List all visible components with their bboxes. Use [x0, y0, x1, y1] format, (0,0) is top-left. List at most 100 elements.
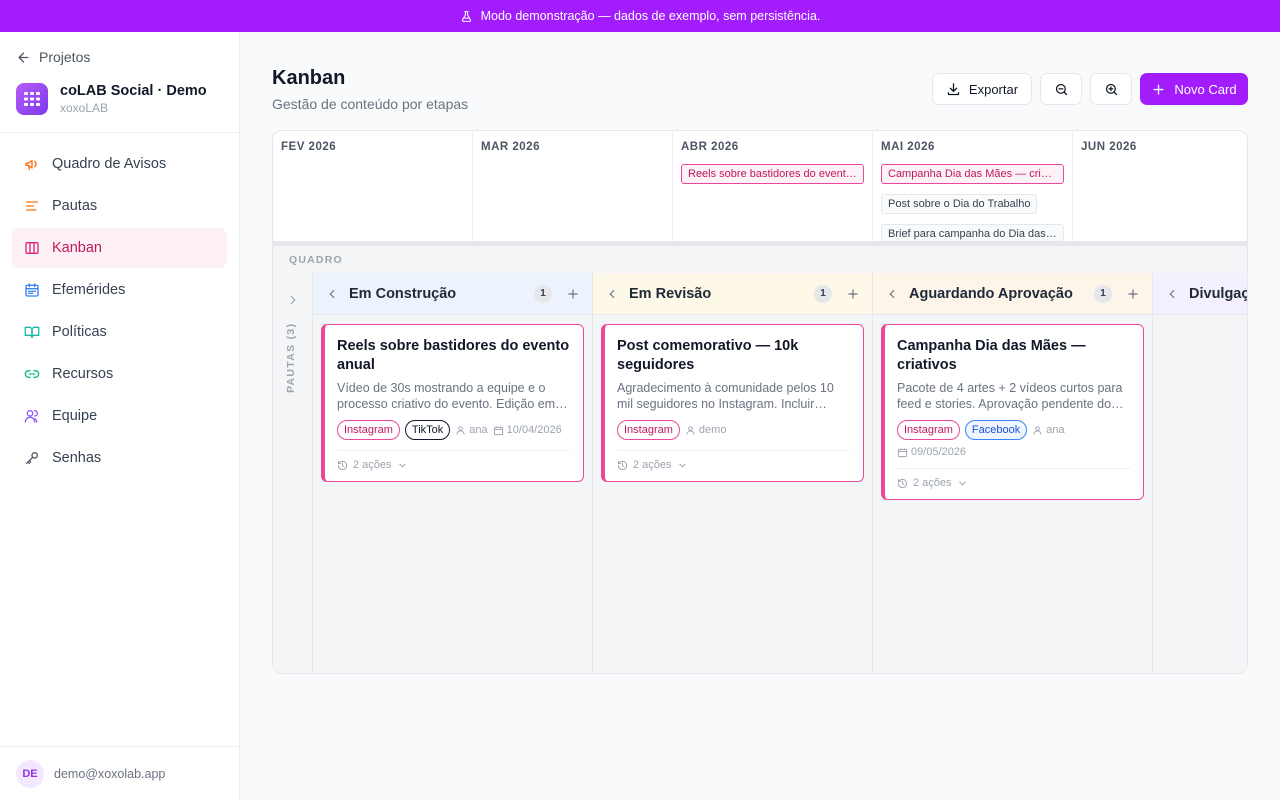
chevron-right-icon[interactable]	[286, 293, 300, 307]
back-link-label: Projetos	[39, 49, 91, 65]
column-count: 1	[1094, 284, 1112, 303]
sidebar-item-label: Equipe	[52, 408, 98, 424]
column-divulgacao: Divulgação	[1153, 273, 1247, 673]
month-label: ABR 2026	[681, 141, 739, 153]
chevron-left-icon[interactable]	[325, 287, 339, 301]
timeline-month-mar: MAR 2026	[473, 131, 673, 241]
plus-icon[interactable]	[566, 287, 580, 301]
avatar: DE	[16, 759, 44, 788]
chevron-left-icon[interactable]	[605, 287, 619, 301]
column-count: 1	[534, 284, 552, 303]
column-title: Aguardando Aprovação	[909, 285, 1073, 302]
page-subtitle: Gestão de conteúdo por etapas	[272, 96, 469, 112]
card-meta: Instagram Facebook ana 09/05/2026	[897, 420, 1131, 458]
column-header: Divulgação	[1153, 273, 1247, 315]
calendar-icon	[897, 447, 908, 457]
user-footer[interactable]: DE demo@xoxolab.app	[0, 746, 240, 800]
kanban-area: QUADRO PAUTAS (3) Em Construção 1 Reels …	[273, 246, 1247, 673]
project-logo	[16, 83, 48, 115]
sidebar-item-quadro-de-avisos[interactable]: Quadro de Avisos	[12, 144, 227, 184]
card-actions-toggle[interactable]: 2 ações	[337, 450, 571, 471]
sidebar-item-label: Efemérides	[52, 282, 126, 298]
tag-facebook: Facebook	[964, 420, 1028, 440]
sidebar-divider	[0, 132, 240, 133]
sidebar-item-equipe[interactable]: Equipe	[12, 396, 227, 436]
zoom-out-button[interactable]	[1040, 73, 1082, 105]
user-email: demo@xoxolab.app	[54, 766, 166, 781]
demo-banner: Modo demonstração — dados de exemplo, se…	[0, 0, 1280, 32]
date-text: 10/04/2026	[506, 424, 562, 436]
date-text: 09/05/2026	[911, 446, 967, 458]
timeline-month-fev: FEV 2026	[273, 131, 473, 241]
tag-tiktok: TikTok	[404, 420, 451, 440]
timeline-month-mai: MAI 2026 Campanha Dia das Mães — criativ…	[873, 131, 1073, 244]
sidebar-item-politicas[interactable]: Políticas	[12, 312, 227, 352]
arrow-left-icon	[18, 52, 29, 62]
column-header: Em Construção 1	[313, 273, 592, 315]
card-title: Campanha Dia das Mães — criativos	[897, 338, 1086, 373]
sidebar-item-efemerides[interactable]: Efemérides	[12, 270, 227, 310]
timeline-chip[interactable]: Post sobre o Dia do Trabalho	[881, 194, 1038, 214]
card-assignee: demo	[685, 424, 726, 436]
sidebar-item-kanban[interactable]: Kanban	[12, 228, 227, 268]
zoom-in-button[interactable]	[1090, 73, 1132, 105]
column-title: Em Revisão	[629, 285, 712, 302]
timeline-month-abr: ABR 2026 Reels sobre bastidores do event…	[673, 131, 873, 241]
new-card-button-label: Novo Card	[1174, 81, 1237, 97]
list-icon	[26, 201, 38, 211]
column-title: Em Construção	[349, 285, 457, 302]
card-title: Post comemorativo — 10k seguidores	[617, 338, 799, 373]
card-assignee: ana	[1032, 424, 1065, 436]
actions-count: 2 ações	[633, 459, 672, 471]
chevron-left-icon[interactable]	[1165, 287, 1179, 301]
sidebar-item-label: Pautas	[52, 198, 98, 214]
card-assignee: ana	[455, 424, 488, 436]
tag-instagram: Instagram	[337, 420, 400, 440]
sidebar-item-recursos[interactable]: Recursos	[12, 354, 227, 394]
card-title: Reels sobre bastidores do evento anual	[337, 338, 570, 373]
card-actions-toggle[interactable]: 2 ações	[617, 450, 851, 471]
flask-icon	[461, 10, 471, 22]
book-icon	[24, 326, 40, 338]
kanban-card[interactable]: Campanha Dia das Mães — criativos Pacote…	[881, 324, 1144, 500]
plus-icon[interactable]	[846, 287, 860, 301]
sidebar-item-label: Senhas	[52, 450, 102, 466]
kanban-card[interactable]: Post comemorativo — 10k seguidores Agrad…	[601, 324, 864, 482]
chevron-down-icon	[398, 463, 406, 468]
kanban-card[interactable]: Reels sobre bastidores do evento anual V…	[321, 324, 584, 482]
pautas-rail[interactable]: PAUTAS (3)	[273, 273, 313, 673]
sidebar-item-pautas[interactable]: Pautas	[12, 186, 227, 226]
timeline-chip[interactable]: Campanha Dia das Mães — criativos	[881, 164, 1064, 184]
sidebar: Projetos coLAB Social · Demo xoxoLAB Qua…	[0, 32, 240, 800]
column-title: Divulgação	[1189, 285, 1247, 302]
card-actions-toggle[interactable]: 2 ações	[897, 468, 1131, 489]
sidebar-item-senhas[interactable]: Senhas	[12, 438, 227, 478]
column-aguardando-aprovacao: Aguardando Aprovação 1 Campanha Dia das …	[873, 273, 1153, 673]
card-description: Pacote de 4 artes + 2 vídeos curtos para…	[897, 381, 1123, 411]
user-icon	[686, 425, 695, 435]
timeline-chip[interactable]: Reels sobre bastidores do evento anual	[681, 164, 864, 184]
column-em-construcao: Em Construção 1 Reels sobre bastidores d…	[313, 273, 593, 673]
back-to-projects-link[interactable]: Projetos	[16, 49, 90, 65]
calendar-icon	[25, 283, 39, 297]
column-count: 1	[814, 284, 832, 303]
card-date: 09/05/2026	[897, 446, 966, 458]
month-label: JUN 2026	[1081, 141, 1137, 153]
timeline-month-jun: JUN 2026	[1073, 131, 1247, 241]
project-header: coLAB Social · Demo xoxoLAB	[16, 82, 207, 116]
export-button[interactable]: Exportar	[932, 73, 1032, 105]
plus-icon[interactable]	[1126, 287, 1140, 301]
history-icon	[617, 460, 628, 470]
demo-banner-text: Modo demonstração — dados de exemplo, se…	[480, 9, 821, 23]
assignee-name: ana	[469, 424, 488, 436]
columns-icon	[25, 242, 39, 254]
megaphone-icon	[25, 160, 37, 170]
calendar-icon	[493, 425, 503, 435]
tag-instagram: Instagram	[897, 420, 960, 440]
export-button-label: Exportar	[968, 81, 1019, 97]
chevron-left-icon[interactable]	[885, 287, 899, 301]
tag-instagram: Instagram	[617, 420, 680, 440]
new-card-button[interactable]: Novo Card	[1140, 73, 1248, 105]
users-icon	[24, 410, 38, 423]
card-meta: Instagram TikTok ana 10/04/2026	[337, 420, 571, 440]
